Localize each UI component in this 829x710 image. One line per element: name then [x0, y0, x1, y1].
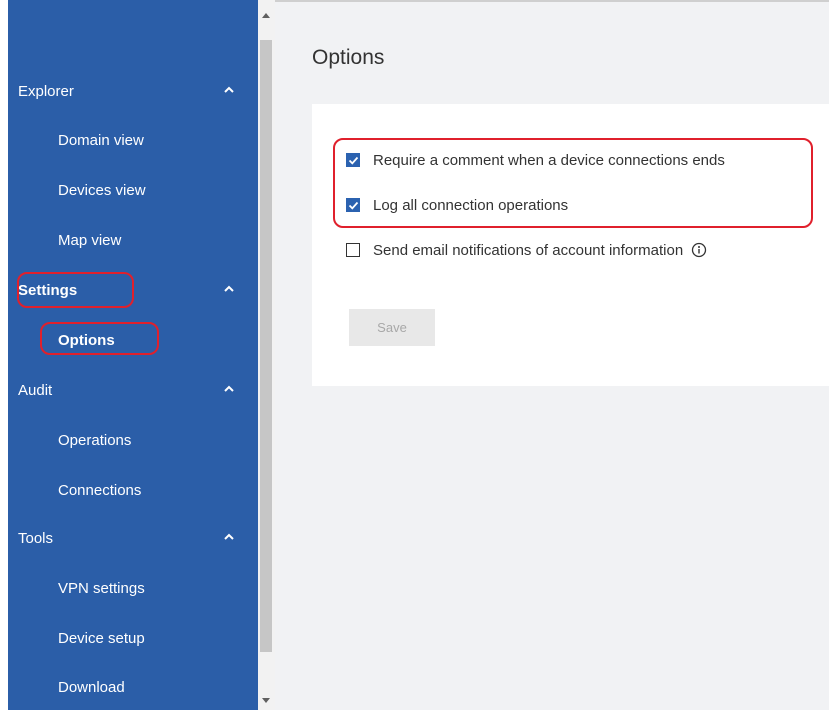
sidebar-item-label: Domain view — [58, 131, 144, 149]
sidebar-section-label: Tools — [18, 529, 54, 547]
scrollbar-thumb[interactable] — [260, 40, 272, 652]
scroll-up-arrow-icon[interactable] — [261, 11, 271, 19]
top-divider — [275, 0, 829, 2]
sidebar-item-connections[interactable]: Connections — [8, 470, 258, 510]
option-require-comment[interactable]: Require a comment when a device connecti… — [346, 148, 725, 172]
option-log-operations[interactable]: Log all connection operations — [346, 193, 568, 217]
scroll-down-arrow-icon[interactable] — [261, 697, 271, 705]
sidebar-item-device-setup[interactable]: Device setup — [8, 618, 258, 658]
main-content: Options Require a comment when a device … — [275, 0, 829, 710]
checkmark-icon — [348, 156, 358, 165]
info-icon[interactable] — [691, 242, 707, 258]
checkbox-log-operations[interactable] — [346, 198, 360, 212]
sidebar-item-label: Connections — [58, 481, 142, 499]
checkbox-require-comment[interactable] — [346, 153, 360, 167]
sidebar-item-options[interactable]: Options — [8, 320, 258, 360]
option-label: Log all connection operations — [373, 196, 569, 214]
options-card: Require a comment when a device connecti… — [312, 104, 829, 386]
sidebar-item-label: Devices view — [58, 181, 146, 199]
sidebar-section-label: Audit — [18, 381, 53, 399]
sidebar-item-label: Map view — [58, 231, 122, 249]
sidebar-item-devices-view[interactable]: Devices view — [8, 170, 258, 210]
option-label: Send email notifications of account info… — [373, 241, 684, 259]
chevron-up-icon — [224, 533, 234, 540]
sidebar-item-label: Options — [58, 331, 115, 349]
sidebar-section-label: Settings — [18, 281, 78, 299]
sidebar-item-vpn-settings[interactable]: VPN settings — [8, 568, 258, 608]
sidebar-section-explorer[interactable]: Explorer — [8, 71, 258, 111]
chevron-up-icon — [224, 285, 234, 292]
sidebar-section-label: Explorer — [18, 82, 74, 100]
sidebar-section-audit[interactable]: Audit — [8, 370, 258, 410]
save-button[interactable]: Save — [349, 309, 435, 346]
checkmark-icon — [348, 201, 358, 210]
sidebar-item-map-view[interactable]: Map view — [8, 220, 258, 260]
sidebar-item-label: Download — [58, 678, 125, 696]
option-label: Require a comment when a device connecti… — [373, 151, 725, 169]
sidebar: Explorer Domain view Devices view Map vi… — [8, 0, 258, 710]
sidebar-item-label: Device setup — [58, 629, 145, 647]
sidebar-item-domain-view[interactable]: Domain view — [8, 120, 258, 160]
sidebar-section-settings[interactable]: Settings — [8, 270, 258, 310]
sidebar-item-operations[interactable]: Operations — [8, 420, 258, 460]
checkbox-email-notifications[interactable] — [346, 243, 360, 257]
sidebar-item-label: VPN settings — [58, 579, 145, 597]
page-title: Options — [312, 46, 385, 69]
sidebar-scrollbar[interactable] — [258, 0, 275, 710]
sidebar-section-tools[interactable]: Tools — [8, 518, 258, 558]
chevron-up-icon — [224, 385, 234, 392]
sidebar-item-label: Operations — [58, 431, 132, 449]
option-email-notifications[interactable]: Send email notifications of account info… — [346, 238, 707, 262]
sidebar-item-download[interactable]: Download — [8, 667, 258, 707]
chevron-up-icon — [224, 86, 234, 93]
